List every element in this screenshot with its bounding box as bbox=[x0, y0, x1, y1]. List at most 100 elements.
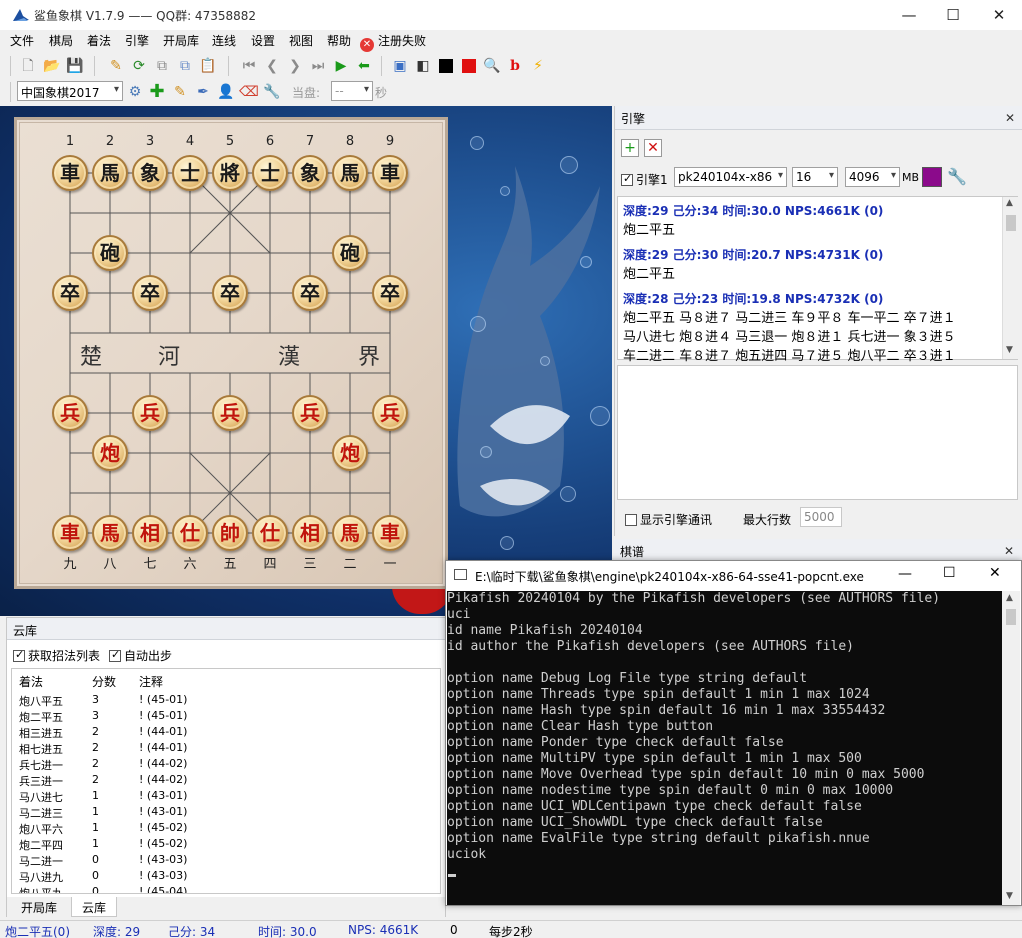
copy-fen-icon[interactable]: ⧉ bbox=[176, 57, 194, 75]
red-piece[interactable]: 仕 bbox=[252, 515, 288, 551]
console-minimize-button[interactable]: — bbox=[898, 566, 912, 582]
current-board-select[interactable]: -- ▾ bbox=[331, 81, 373, 101]
engine-enable-checkbox[interactable]: 引擎1 bbox=[621, 171, 668, 188]
last-move-icon[interactable]: ⏭ bbox=[309, 57, 327, 75]
search-icon[interactable]: 🔍 bbox=[483, 57, 501, 75]
cloud-move-row[interactable]: 相七进五 2 ! (44-01) bbox=[19, 741, 439, 757]
red-piece[interactable]: 車 bbox=[372, 515, 408, 551]
black-piece[interactable]: 將 bbox=[212, 155, 248, 191]
close-button[interactable]: ✕ bbox=[976, 0, 1022, 30]
depth-select[interactable]: 16 ▾ bbox=[792, 167, 838, 187]
black-piece[interactable]: 馬 bbox=[332, 155, 368, 191]
cloud-move-row[interactable]: 炮二平四 1 ! (45-02) bbox=[19, 837, 439, 853]
xiangqi-board[interactable]: 1 2 3 4 5 6 7 8 9 九 八 七 六 五 四 三 二 一 楚 河 … bbox=[20, 123, 442, 583]
console-maximize-button[interactable]: ☐ bbox=[943, 565, 956, 581]
menu-register[interactable]: ✕ 注册失败 bbox=[360, 32, 426, 52]
menu-view[interactable]: 视图 bbox=[289, 32, 313, 49]
auto-move-checkbox[interactable]: 自动出步 bbox=[109, 647, 172, 664]
maximize-button[interactable]: ☐ bbox=[930, 0, 976, 30]
red-piece[interactable]: 相 bbox=[132, 515, 168, 551]
minimize-button[interactable]: — bbox=[886, 0, 932, 30]
next-move-icon[interactable]: ❯ bbox=[286, 57, 304, 75]
black-piece[interactable]: 卒 bbox=[52, 275, 88, 311]
console-output[interactable]: Pikafish 20240104 by the Pikafish develo… bbox=[447, 591, 1002, 905]
black-piece[interactable]: 卒 bbox=[292, 275, 328, 311]
save-icon[interactable]: 💾 bbox=[66, 57, 84, 75]
scroll-down-icon[interactable]: ▼ bbox=[1006, 891, 1013, 901]
play-icon[interactable]: ▶ bbox=[332, 57, 350, 75]
menu-opening-book[interactable]: 开局库 bbox=[163, 32, 199, 49]
black-piece[interactable]: 士 bbox=[172, 155, 208, 191]
engine-comm-box[interactable] bbox=[617, 365, 1018, 500]
first-move-icon[interactable]: ⏮ bbox=[240, 57, 258, 75]
black-piece[interactable]: 車 bbox=[52, 155, 88, 191]
hash-select[interactable]: 4096 ▾ bbox=[845, 167, 900, 187]
edit-board-icon[interactable]: ✎ bbox=[171, 83, 189, 101]
cloud-move-row[interactable]: 炮八平六 1 ! (45-02) bbox=[19, 821, 439, 837]
black-piece[interactable]: 象 bbox=[292, 155, 328, 191]
black-piece[interactable]: 卒 bbox=[372, 275, 408, 311]
black-piece[interactable]: 士 bbox=[252, 155, 288, 191]
scrollbar-thumb[interactable] bbox=[1006, 215, 1016, 231]
console-close-button[interactable]: ✕ bbox=[989, 565, 1001, 581]
black-piece[interactable]: 卒 bbox=[132, 275, 168, 311]
bold-b-icon[interactable]: b bbox=[506, 57, 524, 75]
eraser-icon[interactable]: ⌫ bbox=[239, 83, 259, 101]
engine-panel-close-icon[interactable]: ✕ bbox=[1005, 111, 1015, 125]
undo-arrow-icon[interactable]: ⬅ bbox=[355, 57, 373, 75]
black-piece[interactable]: 砲 bbox=[332, 235, 368, 271]
red-piece[interactable]: 兵 bbox=[132, 395, 168, 431]
pen-icon[interactable]: ✒ bbox=[194, 83, 212, 101]
menu-game[interactable]: 棋局 bbox=[49, 32, 73, 49]
black-piece[interactable]: 砲 bbox=[92, 235, 128, 271]
column-header-move[interactable]: 着法 bbox=[19, 673, 43, 690]
cloud-move-row[interactable]: 马八进七 1 ! (43-01) bbox=[19, 789, 439, 805]
black-piece[interactable]: 象 bbox=[132, 155, 168, 191]
max-lines-input[interactable]: 5000 bbox=[800, 507, 842, 527]
add-icon[interactable]: ✚ bbox=[148, 83, 166, 101]
engine-select[interactable]: pk240104x-x86 ▾ bbox=[674, 167, 787, 187]
edit-icon[interactable]: ✎ bbox=[107, 57, 125, 75]
paste-icon[interactable]: 📋 bbox=[199, 57, 217, 75]
scroll-down-icon[interactable]: ▼ bbox=[1006, 345, 1013, 355]
layout-icon[interactable]: ◧ bbox=[414, 57, 432, 75]
red-piece[interactable]: 兵 bbox=[212, 395, 248, 431]
engine-output-scrollbar[interactable]: ▲ ▼ bbox=[1002, 197, 1018, 359]
red-piece[interactable]: 車 bbox=[52, 515, 88, 551]
red-piece[interactable]: 兵 bbox=[52, 395, 88, 431]
show-comm-checkbox[interactable]: 显示引擎通讯 bbox=[625, 511, 712, 528]
red-piece[interactable]: 兵 bbox=[372, 395, 408, 431]
engine-color-swatch[interactable] bbox=[922, 167, 942, 187]
menu-file[interactable]: 文件 bbox=[10, 32, 34, 49]
lightning-icon[interactable]: ⚡ bbox=[529, 57, 547, 75]
tools-icon[interactable]: ⚙ bbox=[126, 83, 144, 101]
remove-engine-icon[interactable]: ✕ bbox=[644, 139, 662, 157]
board-type-select[interactable]: 中国象棋2017 ▾ bbox=[17, 81, 123, 101]
red-piece[interactable]: 兵 bbox=[292, 395, 328, 431]
cloud-move-row[interactable]: 马八进九 0 ! (43-03) bbox=[19, 869, 439, 885]
black-square-icon[interactable] bbox=[437, 57, 455, 75]
black-piece[interactable]: 馬 bbox=[92, 155, 128, 191]
cloud-move-row[interactable]: 炮八平五 3 ! (45-01) bbox=[19, 693, 439, 709]
window-icon[interactable]: ▣ bbox=[391, 57, 409, 75]
user-icon[interactable]: 👤 bbox=[217, 83, 235, 101]
add-engine-icon[interactable]: + bbox=[621, 139, 639, 157]
red-piece[interactable]: 馬 bbox=[332, 515, 368, 551]
wrench-icon[interactable]: 🔧 bbox=[947, 168, 967, 186]
menu-help[interactable]: 帮助 bbox=[327, 32, 351, 49]
black-piece[interactable]: 卒 bbox=[212, 275, 248, 311]
cloud-move-row[interactable]: 炮八平九 0 ! (45-04) bbox=[19, 885, 439, 893]
menu-connect[interactable]: 连线 bbox=[212, 32, 236, 49]
new-file-icon[interactable]: 🗋 bbox=[19, 57, 37, 75]
fetch-moves-checkbox[interactable]: 获取招法列表 bbox=[13, 647, 100, 664]
red-piece[interactable]: 馬 bbox=[92, 515, 128, 551]
red-piece[interactable]: 帥 bbox=[212, 515, 248, 551]
red-piece[interactable]: 炮 bbox=[92, 435, 128, 471]
scroll-up-icon[interactable]: ▲ bbox=[1006, 198, 1013, 208]
cloud-move-row[interactable]: 马二进一 0 ! (43-03) bbox=[19, 853, 439, 869]
scrollbar-thumb[interactable] bbox=[1006, 609, 1016, 625]
cloud-move-row[interactable]: 兵七进一 2 ! (44-02) bbox=[19, 757, 439, 773]
red-piece[interactable]: 相 bbox=[292, 515, 328, 551]
cloud-move-row[interactable]: 马二进三 1 ! (43-01) bbox=[19, 805, 439, 821]
refresh-icon[interactable]: ⟳ bbox=[130, 57, 148, 75]
